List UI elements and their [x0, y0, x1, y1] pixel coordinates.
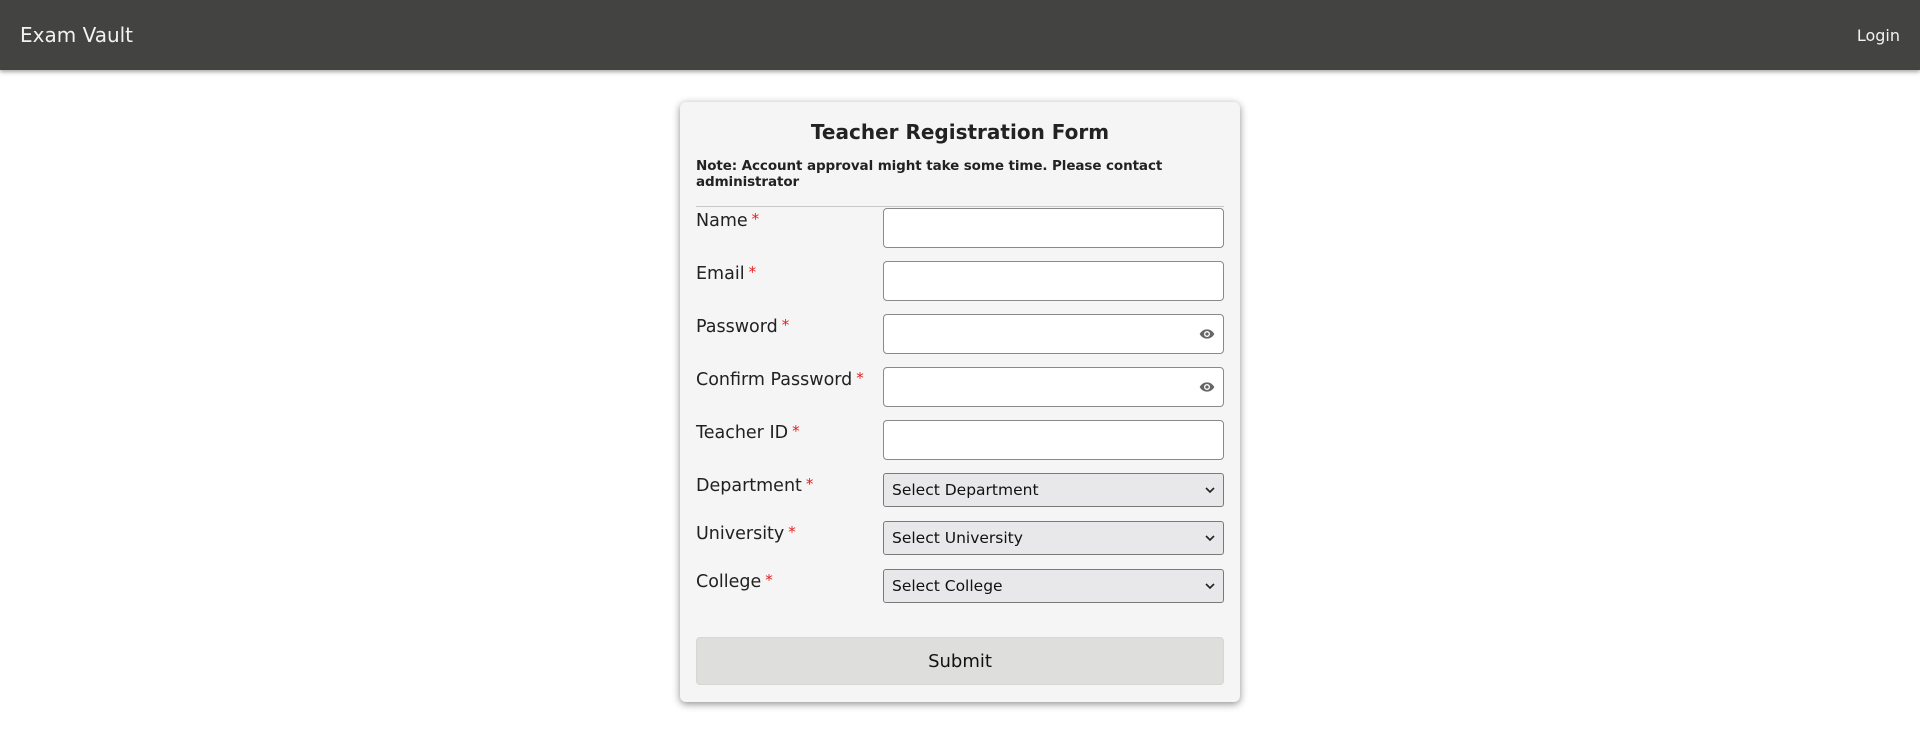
- email-input[interactable]: [883, 261, 1224, 301]
- teacher-id-row: Teacher ID *: [696, 420, 1224, 460]
- required-marker: *: [805, 475, 814, 493]
- eye-icon[interactable]: [1198, 379, 1216, 395]
- brand-logo-text[interactable]: Exam Vault: [20, 23, 133, 47]
- password-input[interactable]: [883, 314, 1224, 354]
- password-row: Password *: [696, 314, 1224, 354]
- login-link[interactable]: Login: [1857, 26, 1900, 45]
- college-selected-value: Select College: [892, 577, 1003, 595]
- required-marker: *: [751, 210, 760, 228]
- required-marker: *: [765, 571, 773, 589]
- required-marker: *: [856, 369, 864, 387]
- chevron-down-icon: [1205, 583, 1215, 590]
- eye-icon[interactable]: [1198, 326, 1216, 342]
- required-marker: *: [748, 263, 757, 281]
- required-marker: *: [788, 523, 796, 541]
- chevron-down-icon: [1205, 487, 1215, 494]
- department-row: Department * Select Department: [696, 473, 1224, 513]
- approval-note: Note: Account approval might take some t…: [696, 158, 1163, 190]
- teacher-id-input[interactable]: [883, 420, 1224, 460]
- confirm-password-row: Confirm Password *: [696, 367, 1224, 407]
- department-select[interactable]: Select Department: [883, 473, 1224, 507]
- university-select[interactable]: Select University: [883, 521, 1224, 555]
- submit-button[interactable]: Submit: [696, 637, 1224, 685]
- department-selected-value: Select Department: [892, 481, 1039, 499]
- email-row: Email *: [696, 261, 1224, 301]
- teacher-id-label: Teacher ID *: [696, 422, 800, 443]
- divider: [696, 206, 1224, 207]
- name-label: Name *: [696, 210, 760, 231]
- department-label: Department *: [696, 475, 814, 496]
- required-marker: *: [792, 422, 800, 440]
- chevron-down-icon: [1205, 535, 1215, 542]
- name-input[interactable]: [883, 208, 1224, 248]
- email-label: Email *: [696, 263, 757, 284]
- college-row: College * Select College: [696, 569, 1224, 609]
- form-title: Teacher Registration Form: [810, 120, 1110, 144]
- university-selected-value: Select University: [892, 529, 1023, 547]
- confirm-password-label: Confirm Password *: [696, 369, 864, 390]
- confirm-password-input[interactable]: [883, 367, 1224, 407]
- required-marker: *: [781, 316, 790, 334]
- university-label: University *: [696, 523, 796, 544]
- college-select[interactable]: Select College: [883, 569, 1224, 603]
- password-label: Password *: [696, 316, 790, 337]
- college-label: College *: [696, 571, 773, 592]
- registration-card: Teacher Registration Form Note: Account …: [680, 102, 1240, 702]
- name-row: Name *: [696, 208, 1224, 248]
- university-row: University * Select University: [696, 521, 1224, 561]
- top-navbar: Exam Vault Login: [0, 0, 1920, 70]
